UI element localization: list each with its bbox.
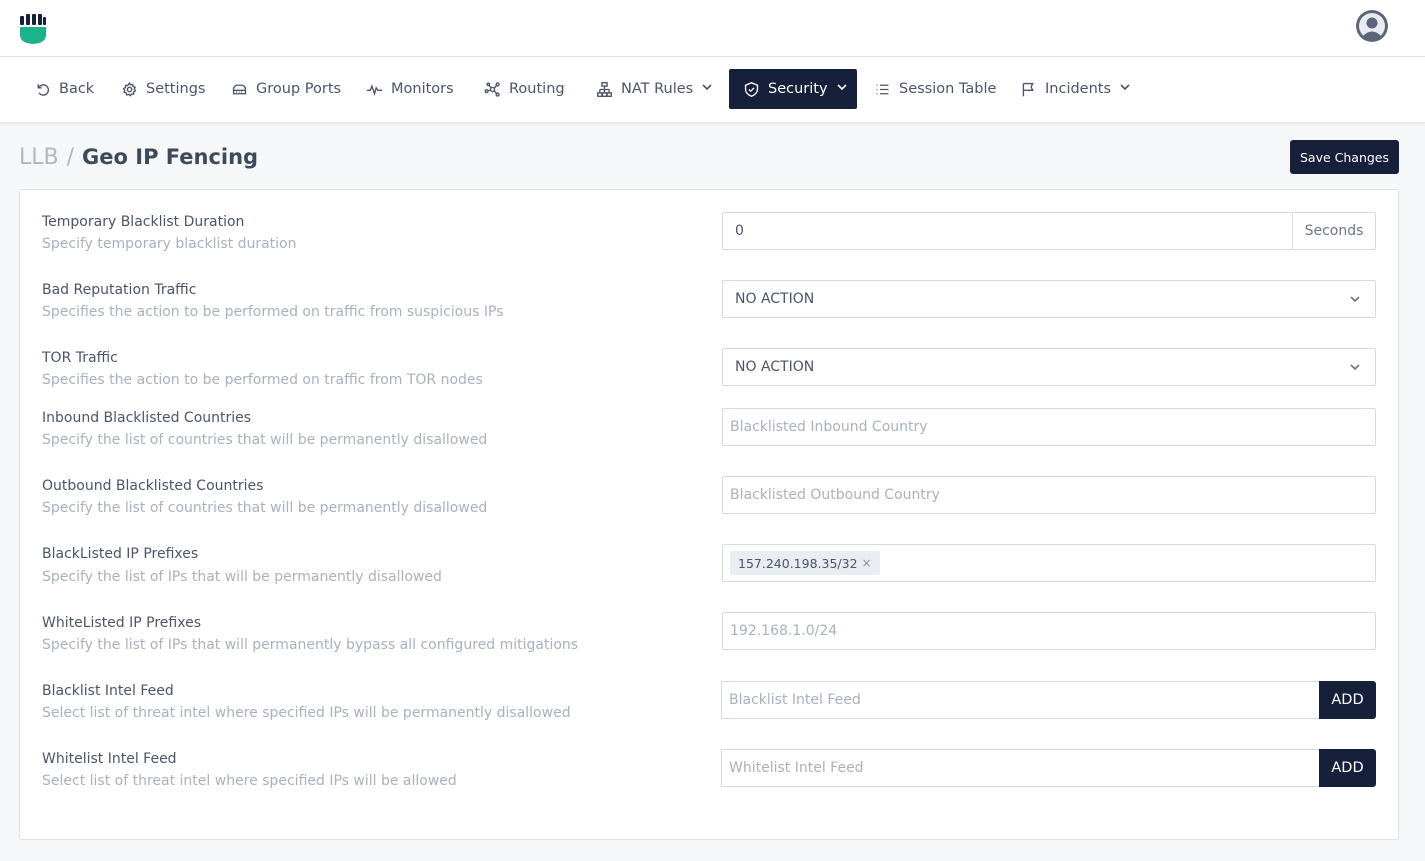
field-description: Specify the list of IPs that will perman… <box>42 637 579 653</box>
add-whitelist-feed-button[interactable]: ADD <box>1319 749 1376 787</box>
breadcrumb-root[interactable]: LLB <box>19 145 59 170</box>
field-label: BlackListed IP Prefixes <box>42 546 199 562</box>
user-icon <box>1356 10 1388 42</box>
field-label: Bad Reputation Traffic <box>42 282 197 298</box>
selected-value: NO ACTION <box>735 359 815 375</box>
nav-incidents-label: Incidents <box>1045 81 1112 97</box>
gear-icon <box>122 81 137 97</box>
field-description: Specify temporary blacklist duration <box>42 236 297 252</box>
nav-session-table[interactable]: Session Table <box>870 69 1000 109</box>
remove-tag-icon[interactable]: × <box>862 556 872 570</box>
input-placeholder: Blacklisted Outbound Country <box>730 487 940 503</box>
nav-group-ports-label: Group Ports <box>256 81 342 97</box>
page-title: Geo IP Fencing <box>82 145 259 169</box>
nav-nat-rules[interactable]: NAT Rules <box>592 69 717 109</box>
settings-card: Temporary Blacklist Duration Specify tem… <box>19 189 1399 840</box>
breadcrumb: LLB / Geo IP Fencing <box>19 143 258 171</box>
nav-back-label: Back <box>59 81 95 97</box>
blacklisted-prefixes-input[interactable]: 157.240.198.35/32 × <box>722 544 1376 582</box>
prefix-tag: 157.240.198.35/32 × <box>730 551 880 575</box>
input-placeholder: 192.168.1.0/24 <box>730 623 838 639</box>
nav-group-ports[interactable]: Group Ports <box>227 69 345 109</box>
outbound-countries-input[interactable]: Blacklisted Outbound Country <box>722 476 1376 514</box>
network-icon <box>597 81 612 97</box>
nav-nat-rules-label: NAT Rules <box>621 81 694 97</box>
nav-security-label: Security <box>768 81 828 97</box>
selected-value: NO ACTION <box>735 291 815 307</box>
chevron-down-icon <box>702 84 712 91</box>
back-icon <box>37 83 50 96</box>
main-nav: Back Settings Group Ports Monitors Routi… <box>0 57 1425 123</box>
nav-routing-label: Routing <box>509 81 565 97</box>
nav-security[interactable]: Security <box>729 69 857 109</box>
nav-session-table-label: Session Table <box>899 81 997 97</box>
duration-unit: Seconds <box>1292 213 1375 249</box>
field-label: Outbound Blacklisted Countries <box>42 478 264 494</box>
temp-blacklist-duration-input[interactable]: 0 Seconds <box>722 212 1376 250</box>
ports-icon <box>232 84 247 94</box>
field-description: Specify the list of countries that will … <box>42 500 488 516</box>
nav-monitors[interactable]: Monitors <box>362 69 458 109</box>
nav-incidents[interactable]: Incidents <box>1016 69 1135 109</box>
field-label: TOR Traffic <box>42 350 118 366</box>
field-description: Specifies the action to be performed on … <box>42 304 504 320</box>
blacklist-feed-input[interactable]: Blacklist Intel Feed <box>721 681 1319 719</box>
input-placeholder: Blacklist Intel Feed <box>729 692 861 708</box>
bad-reputation-select[interactable]: NO ACTION <box>722 280 1376 318</box>
nav-routing[interactable]: Routing <box>480 69 569 109</box>
nav-monitors-label: Monitors <box>391 81 454 97</box>
tor-traffic-select[interactable]: NO ACTION <box>722 348 1376 386</box>
nav-back[interactable]: Back <box>30 69 98 109</box>
field-description: Specify the list of countries that will … <box>42 432 488 448</box>
flag-icon <box>1022 82 1034 96</box>
nav-settings[interactable]: Settings <box>117 69 209 109</box>
chevron-down-icon <box>836 84 847 91</box>
field-label: Whitelist Intel Feed <box>42 751 177 767</box>
field-label: Inbound Blacklisted Countries <box>42 410 252 426</box>
input-placeholder: Blacklisted Inbound Country <box>730 419 928 435</box>
nav-settings-label: Settings <box>146 81 206 97</box>
field-description: Specifies the action to be performed on … <box>42 372 483 388</box>
chevron-down-icon <box>1350 364 1360 371</box>
user-avatar[interactable] <box>1356 10 1388 42</box>
field-description: Select list of threat intel where specif… <box>42 705 571 721</box>
field-description: Specify the list of IPs that will be per… <box>42 569 442 585</box>
field-label: Temporary Blacklist Duration <box>42 214 245 230</box>
add-blacklist-feed-button[interactable]: ADD <box>1319 681 1376 719</box>
whitelisted-prefixes-input[interactable]: 192.168.1.0/24 <box>722 612 1376 650</box>
logo-icon[interactable] <box>19 13 47 45</box>
chevron-down-icon <box>1350 296 1360 303</box>
chevron-down-icon <box>1120 84 1130 91</box>
duration-value[interactable]: 0 <box>723 223 1292 239</box>
whitelist-feed-input[interactable]: Whitelist Intel Feed <box>721 749 1319 787</box>
list-icon <box>876 84 889 94</box>
field-label: WhiteListed IP Prefixes <box>42 615 201 631</box>
inbound-countries-input[interactable]: Blacklisted Inbound Country <box>722 408 1376 446</box>
top-header <box>0 0 1425 57</box>
save-changes-button[interactable]: Save Changes <box>1290 140 1399 174</box>
input-placeholder: Whitelist Intel Feed <box>729 760 864 776</box>
breadcrumb-separator: / <box>66 144 75 170</box>
pulse-icon <box>366 83 383 96</box>
field-description: Select list of threat intel where specif… <box>42 773 457 789</box>
routing-icon <box>484 81 500 97</box>
prefix-tag-label: 157.240.198.35/32 <box>738 555 858 571</box>
field-label: Blacklist Intel Feed <box>42 683 174 699</box>
shield-icon <box>744 81 759 97</box>
